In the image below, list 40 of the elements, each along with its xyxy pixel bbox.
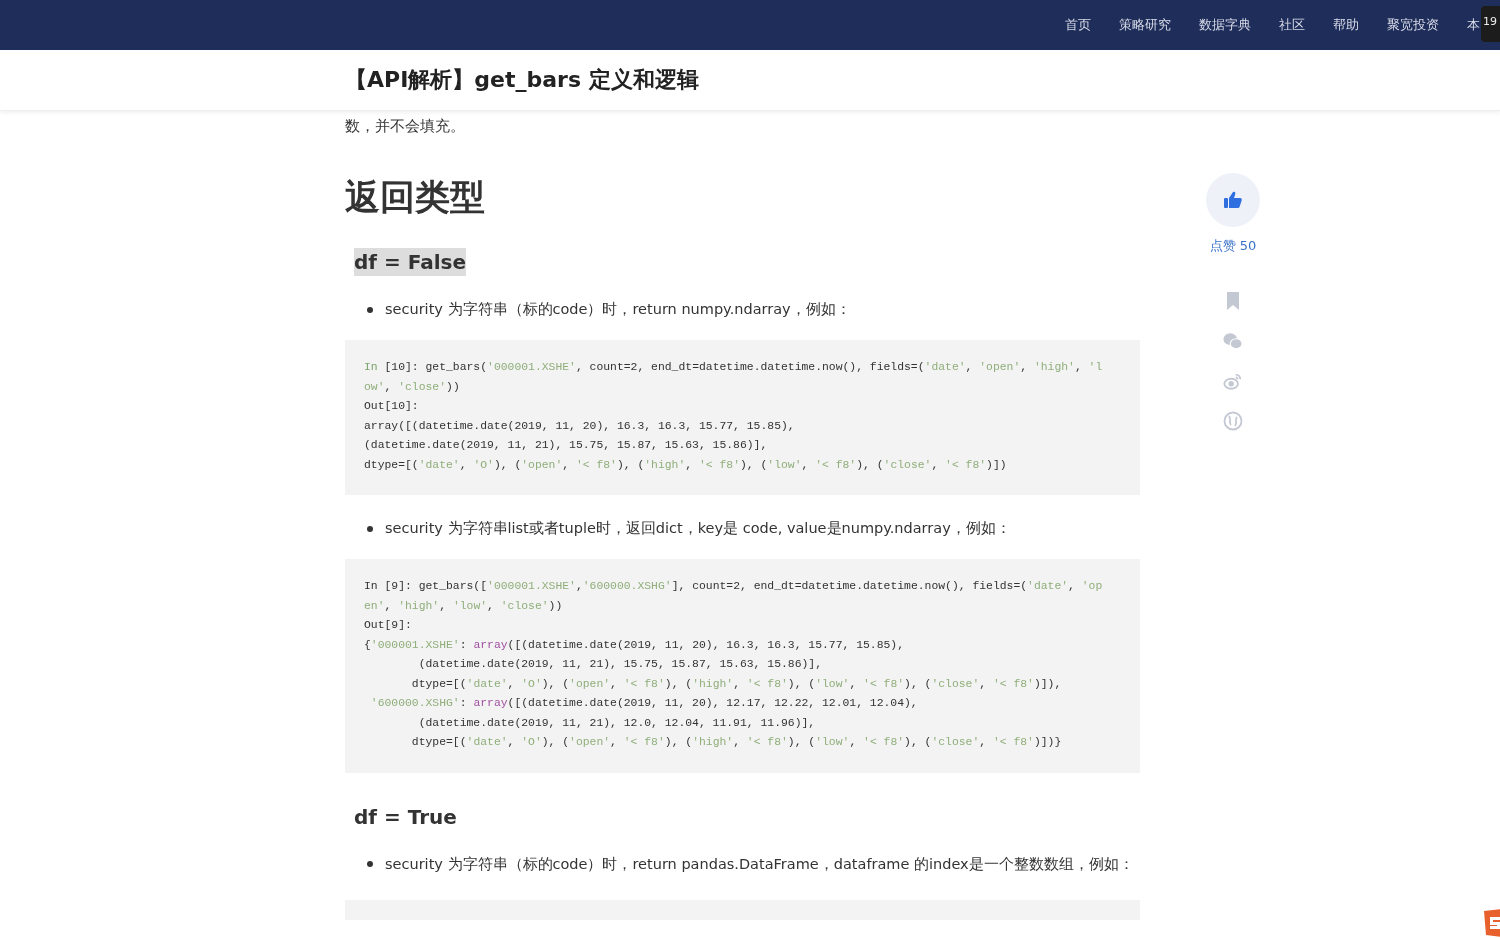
nav-link[interactable]: 帮助 bbox=[1319, 16, 1373, 34]
like-count: 点赞 50 bbox=[1209, 237, 1257, 255]
circle-icon[interactable] bbox=[1223, 411, 1243, 431]
nav-link[interactable]: 社区 bbox=[1265, 16, 1319, 34]
code-line: In [9]: get_bars(['000001.XSHE','600000.XSHG'], count=2, end_dt=datetime.datetime.now(), fields=('date', 'op bbox=[364, 579, 1104, 594]
code-line: '600000.XSHG': array([(datetime.date(2019, 11, 20), 12.17, 12.22, 12.01, 12.04), bbox=[369, 696, 919, 711]
list-item-text: security 为字符串list或者tuple时，返回dict，key是 code, value是numpy.ndarray，例如： bbox=[385, 519, 1011, 538]
chat-icon[interactable] bbox=[1223, 331, 1243, 351]
tooltip: 19 bbox=[1481, 6, 1500, 42]
section-heading: 返回类型 bbox=[345, 176, 486, 218]
article-title: 【API解析】get_bars 定义和逻辑 bbox=[345, 67, 699, 92]
code-line: (datetime.date(2019, 11, 21), 15.75, 15.87, 15.63, 15.86)], bbox=[364, 438, 769, 453]
code-line: array([(datetime.date(2019, 11, 20), 16.3, 16.3, 15.77, 15.85), bbox=[364, 418, 796, 434]
code-line: (datetime.date(2019, 11, 21), 15.75, 15.87, 15.63, 15.86)], bbox=[417, 657, 823, 672]
code-line: dtype=[('date', 'O'), ('open', '< f8'), ('high', '< f8'), ('low', '< f8'), ('close', '< f8')]), bbox=[410, 676, 1063, 692]
code-line: Out[10]: bbox=[364, 399, 420, 414]
bullet-icon bbox=[367, 306, 373, 313]
code-line: ow', 'close')) bbox=[364, 379, 461, 395]
nav-link[interactable]: 数据字典 bbox=[1185, 16, 1265, 34]
list-item-text: security 为字符串（标的code）时，return pandas.DataFrame，dataframe 的index是一个整数数组，例如： bbox=[385, 854, 1134, 874]
shield-icon[interactable] bbox=[1482, 909, 1500, 937]
nav-link[interactable]: 聚宽投资 bbox=[1373, 16, 1453, 34]
nav-link[interactable]: 策略研究 bbox=[1105, 16, 1185, 34]
nav-link[interactable]: 本 bbox=[1453, 16, 1480, 34]
code-line: {'000001.XSHE': array([(datetime.date(2019, 11, 20), 16.3, 16.3, 15.77, 15.85), bbox=[364, 637, 906, 653]
code-line: (datetime.date(2019, 11, 21), 12.0, 12.04, 11.91, 11.96)], bbox=[417, 715, 817, 731]
code-line: In [10]: get_bars('000001.XSHE', count=2, end_dt=datetime.datetime.now(), fields=('date', 'open', 'high', 'l bbox=[364, 360, 1104, 375]
code-line: Out[9]: bbox=[364, 618, 413, 633]
nav-link[interactable]: 首页 bbox=[1051, 16, 1105, 34]
code-line: dtype=[('date', 'O'), ('open', '< f8'), ('high', '< f8'), ('low', '< f8'), ('close', '< f8')]) bbox=[364, 457, 1008, 473]
weibo-icon[interactable] bbox=[1223, 371, 1243, 391]
list-item-text: security 为字符串（标的code）时，return numpy.ndarray，例如： bbox=[385, 300, 851, 319]
bullet-icon bbox=[367, 525, 373, 532]
code-line: dtype=[('date', 'O'), ('open', '< f8'), ('high', '< f8'), ('low', '< f8'), ('close', '< f8')])} bbox=[410, 735, 1063, 750]
paragraph: 数，并不会填充。 bbox=[345, 117, 466, 136]
bullet-icon bbox=[367, 861, 373, 867]
subsection-heading: df = True bbox=[354, 803, 457, 831]
subsection-heading: df = False bbox=[354, 248, 466, 276]
thumbs-up-icon bbox=[1223, 190, 1243, 210]
code-line: en', 'high', 'low', 'close')) bbox=[364, 598, 564, 614]
